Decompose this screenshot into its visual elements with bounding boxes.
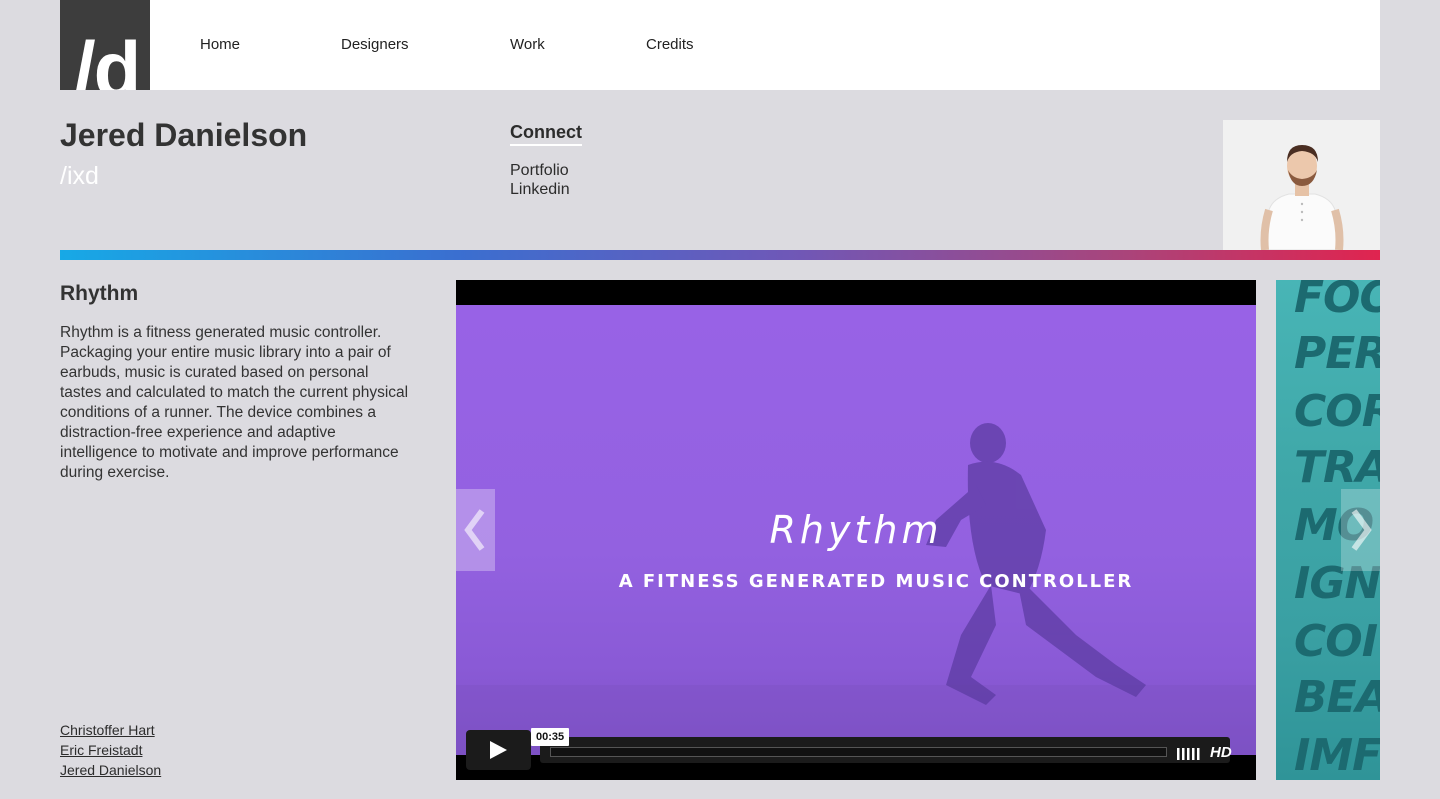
designer-discipline: /ixd [60,162,99,190]
next-slide-word: TRA [1294,442,1380,493]
slider-next-button[interactable] [1341,489,1380,571]
video-subtitle: A FITNESS GENERATED MUSIC CONTROLLER [618,571,1134,592]
chevron-right-icon [1351,509,1372,551]
nav-designers[interactable]: Designers [341,36,409,53]
next-slide-word: FOO [1294,280,1380,323]
designer-name: Jered Danielson [60,117,308,153]
slider-prev-button[interactable] [456,489,495,571]
portfolio-link[interactable]: Portfolio [510,162,569,180]
chevron-left-icon [464,509,485,551]
video-frame[interactable]: Rhythm A FITNESS GENERATED MUSIC CONTROL… [456,305,1256,755]
next-slide-word: BEA [1294,672,1380,723]
next-slide-word: COI [1294,616,1378,667]
progress-inner [550,747,1167,757]
project-title: Rhythm [60,282,139,305]
nav-credits[interactable]: Credits [646,36,694,53]
volume-bars-icon[interactable] [1176,746,1200,760]
logo-text: /d [74,25,141,90]
project-description: Rhythm is a fitness generated music cont… [60,324,409,481]
play-icon [490,741,507,759]
avatar [1223,120,1380,250]
video-title: Rhythm [769,508,943,552]
hd-toggle[interactable]: HD [1210,744,1232,761]
accent-gradient-bar [60,250,1380,260]
avatar-photo [1223,120,1380,250]
progress-bar[interactable] [540,737,1230,763]
time-badge: 00:35 [531,728,570,746]
next-slide-word: PER [1294,328,1380,379]
video-player[interactable]: Rhythm A FITNESS GENERATED MUSIC CONTROL… [456,280,1256,780]
linkedin-link[interactable]: Linkedin [510,181,570,199]
credit-link-eric-freistadt[interactable]: Eric Freistadt [60,742,142,758]
nav-home[interactable]: Home [200,36,240,53]
connect-heading: Connect [510,122,582,146]
site-header: /d Home Designers Work Credits [60,0,1380,90]
credit-link-jered-danielson[interactable]: Jered Danielson [60,762,161,778]
d-logo-icon[interactable]: /d [60,0,150,90]
credit-link-christoffer-hart[interactable]: Christoffer Hart [60,722,155,738]
next-slide-word: COR [1294,386,1380,437]
nav-work[interactable]: Work [510,36,545,53]
play-button[interactable] [466,730,531,770]
next-slide-word: IMF [1294,730,1380,780]
